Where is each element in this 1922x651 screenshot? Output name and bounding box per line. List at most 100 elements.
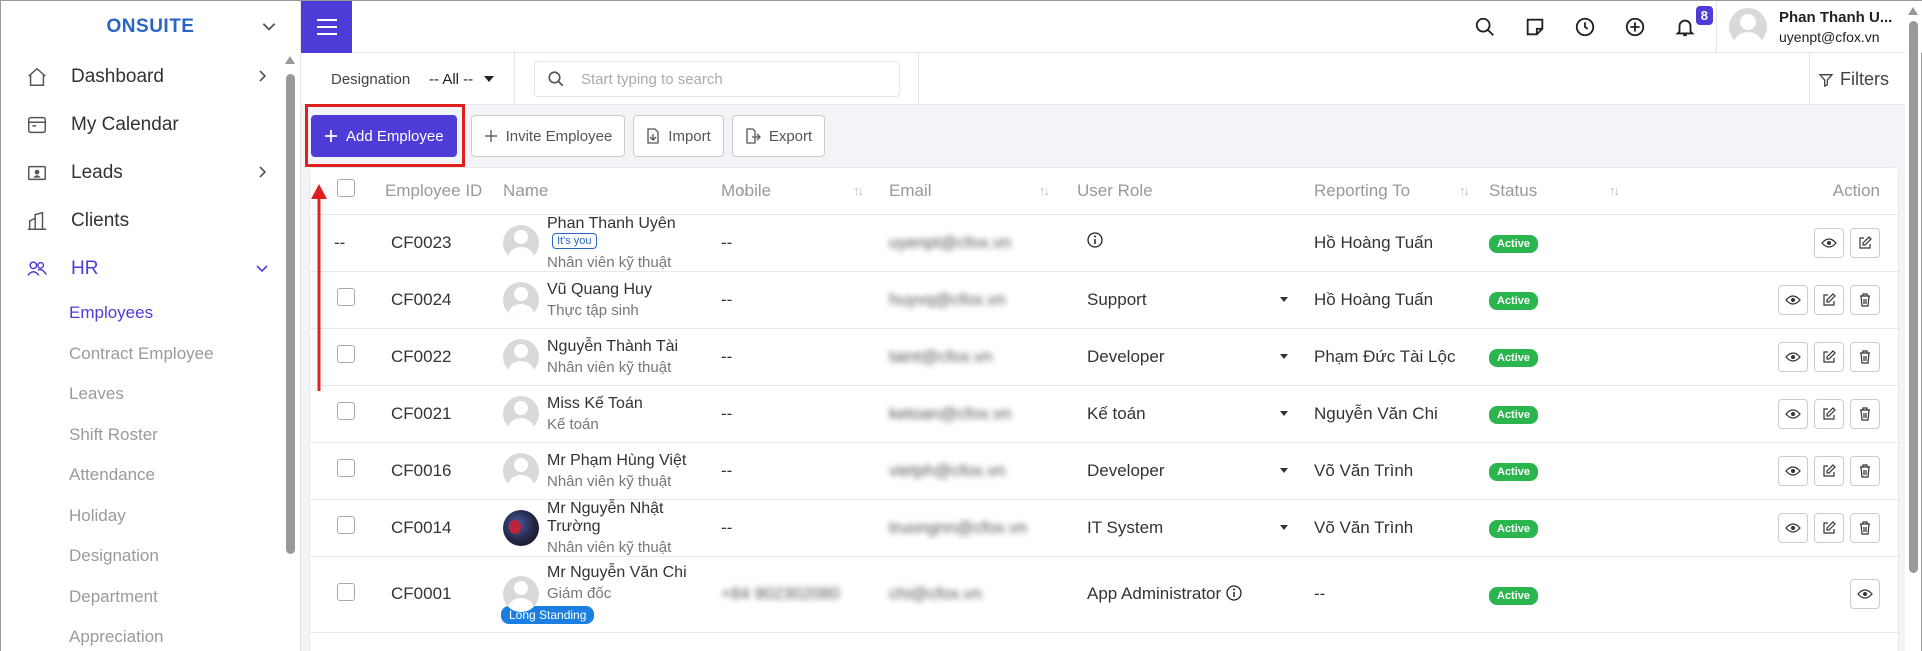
view-button[interactable] <box>1778 284 1808 315</box>
avatar <box>503 452 539 489</box>
view-button[interactable] <box>1814 227 1844 258</box>
reporting-to: Phạm Đức Tài Lộc <box>1314 328 1489 386</box>
sidebar-subitem-department[interactable]: Department <box>1 577 300 618</box>
col-status[interactable]: Status ↑↓ <box>1489 168 1620 215</box>
table-row[interactable]: CF0014 Mr Nguyễn Nhật Trường Nhân viên kỹ… <box>310 499 1900 557</box>
user-role-select[interactable]: Developer <box>1077 347 1314 367</box>
sidebar-subitem-shift-roster[interactable]: Shift Roster <box>1 415 300 456</box>
edit-button[interactable] <box>1814 512 1844 543</box>
sidebar-subitem-employees[interactable]: Employees <box>1 293 300 334</box>
search-icon[interactable] <box>1471 13 1499 41</box>
plus-circle-icon[interactable] <box>1621 13 1649 41</box>
edit-button[interactable] <box>1814 284 1844 315</box>
view-button[interactable] <box>1778 398 1808 429</box>
sidebar-subitem-attendance[interactable]: Attendance <box>1 455 300 496</box>
filters-button[interactable]: Filters <box>1818 69 1889 90</box>
employee-name[interactable]: Mr Nguyễn Văn Chi <box>547 564 687 582</box>
user-role-select[interactable]: Support <box>1077 290 1314 310</box>
sidebar-subitem-leaves[interactable]: Leaves <box>1 374 300 415</box>
reporting-to: Hồ Hoàng Tuấn <box>1314 214 1489 272</box>
sidebar-item-my-calendar[interactable]: My Calendar <box>1 101 300 149</box>
table-row[interactable]: CF0001 Mr Nguyễn Văn Chi Giám đốc Long Sta… <box>310 556 1900 633</box>
select-all-checkbox[interactable] <box>337 179 355 198</box>
row-checkbox[interactable] <box>337 582 355 601</box>
employee-name[interactable]: Mr Phạm Hùng Việt <box>547 452 686 470</box>
chevron-down-icon[interactable] <box>260 17 278 35</box>
sidebar-subitem-contract-employee[interactable]: Contract Employee <box>1 334 300 375</box>
sidebar-subitem-appreciation[interactable]: Appreciation <box>1 617 300 651</box>
hamburger-menu-button[interactable] <box>301 1 352 53</box>
sort-icon[interactable]: ↑↓ <box>1039 183 1059 199</box>
scrollbar-thumb[interactable] <box>286 74 295 554</box>
user-role-select[interactable]: IT System <box>1077 518 1314 538</box>
user-role-select[interactable]: Developer <box>1077 461 1314 481</box>
sidebar-item-dashboard[interactable]: Dashboard <box>1 53 300 101</box>
sidebar-scrollbar[interactable] <box>284 56 296 651</box>
invite-employee-button[interactable]: Invite Employee <box>470 115 626 157</box>
view-button[interactable] <box>1778 341 1808 372</box>
export-button[interactable]: Export <box>731 115 826 157</box>
row-checkbox[interactable] <box>337 402 355 420</box>
row-checkbox[interactable] <box>337 345 355 363</box>
sidebar-subitem-holiday[interactable]: Holiday <box>1 496 300 537</box>
brand-header[interactable]: ONSUITE <box>1 1 300 53</box>
search-box[interactable] <box>534 61 900 97</box>
delete-button[interactable] <box>1850 341 1880 372</box>
sort-icon[interactable]: ↑↓ <box>1459 183 1479 199</box>
clock-icon[interactable] <box>1571 13 1599 41</box>
row-checkbox[interactable] <box>337 459 355 477</box>
view-button[interactable] <box>1850 579 1880 609</box>
employee-name[interactable]: Mr Nguyễn Nhật Trường <box>547 500 721 536</box>
import-button[interactable]: Import <box>633 115 724 157</box>
info-icon[interactable] <box>1226 585 1242 601</box>
scroll-up-arrow[interactable] <box>1908 7 1918 15</box>
delete-button[interactable] <box>1850 512 1880 543</box>
eye-icon <box>1785 522 1801 533</box>
designation-select[interactable]: -- All -- <box>429 71 473 88</box>
sidebar-item-leads[interactable]: Leads <box>1 149 300 197</box>
eye-icon <box>1821 237 1837 248</box>
delete-button[interactable] <box>1850 455 1880 486</box>
table-row[interactable]: CF0021 Miss Kế Toán Kế toán -- ketoan@cfo… <box>310 385 1900 443</box>
bell-icon[interactable]: 8 <box>1671 6 1713 41</box>
table-row[interactable]: CF0016 Mr Phạm Hùng Việt Nhân viên kỹ thu… <box>310 442 1900 500</box>
employee-name[interactable]: Nguyễn Thành Tài <box>547 338 678 356</box>
col-reporting-to[interactable]: Reporting To ↑↓ <box>1314 168 1489 215</box>
delete-button[interactable] <box>1850 398 1880 429</box>
edit-button[interactable] <box>1850 227 1880 258</box>
edit-button[interactable] <box>1814 455 1844 486</box>
employee-name[interactable]: Miss Kế Toán <box>547 395 643 413</box>
row-checkbox[interactable] <box>337 288 355 306</box>
table-row[interactable]: CF0022 Nguyễn Thành Tài Nhân viên kỹ thuậ… <box>310 328 1900 386</box>
sidebar-item-clients[interactable]: Clients <box>1 197 300 245</box>
col-employee-id[interactable]: Employee ID ↑↓ <box>385 168 531 215</box>
employee-name[interactable]: Phan Thanh Uyên <box>547 215 676 232</box>
user-role-select[interactable]: Kế toán <box>1077 404 1314 424</box>
sticky-note-icon[interactable] <box>1521 13 1549 41</box>
sort-icon[interactable]: ↑↓ <box>853 183 873 199</box>
view-button[interactable] <box>1778 512 1808 543</box>
col-mobile[interactable]: Mobile ↑↓ <box>721 168 889 215</box>
col-email[interactable]: Email ↑↓ <box>889 168 1077 215</box>
page-scrollbar[interactable] <box>1905 1 1921 651</box>
sidebar-item-hr[interactable]: HR <box>1 245 300 293</box>
col-name[interactable]: Name ↑↓ <box>503 168 749 215</box>
table-row[interactable]: -- CF0023 Phan Thanh UyênIt's you Nhân vi… <box>310 214 1900 272</box>
col-user-role[interactable]: User Role <box>1077 168 1314 215</box>
mobile: -- <box>721 385 889 443</box>
mobile: -- <box>721 499 889 557</box>
edit-button[interactable] <box>1814 398 1844 429</box>
sidebar-subitem-designation[interactable]: Designation <box>1 536 300 577</box>
search-input[interactable] <box>581 70 881 88</box>
caret-down-icon[interactable] <box>484 76 494 82</box>
table-row[interactable]: CF0024 Vũ Quang Huy Thực tập sinh -- huyv… <box>310 271 1900 329</box>
delete-button[interactable] <box>1850 284 1880 315</box>
view-button[interactable] <box>1778 455 1808 486</box>
scroll-up-arrow[interactable] <box>285 56 295 64</box>
info-icon[interactable] <box>1087 232 1103 248</box>
edit-button[interactable] <box>1814 341 1844 372</box>
employee-name[interactable]: Vũ Quang Huy <box>547 281 652 299</box>
user-profile[interactable]: Phan Thanh U... uyenpt@cfox.vn <box>1716 1 1922 53</box>
row-checkbox[interactable] <box>337 516 355 534</box>
scrollbar-thumb[interactable] <box>1909 21 1918 573</box>
